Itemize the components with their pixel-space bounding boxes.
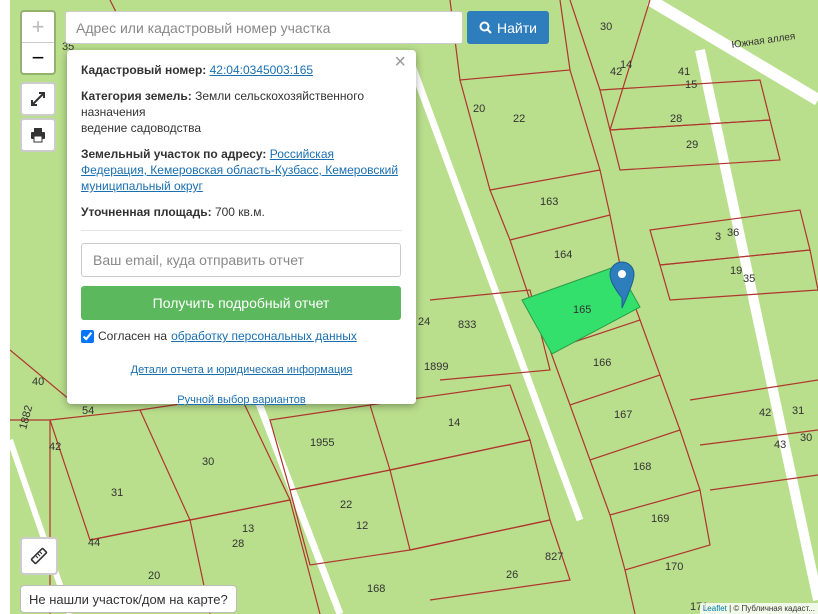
parcel-number-label: 1882 [17, 404, 35, 431]
divider [81, 230, 402, 231]
cad-number-row: Кадастровый номер: 42:04:0345003:165 [81, 62, 402, 78]
search-input[interactable] [65, 11, 463, 44]
cad-number-link[interactable]: 42:04:0345003:165 [210, 63, 313, 77]
parcel-number-label: 827 [545, 551, 563, 563]
zoom-control: + − [20, 10, 56, 75]
parcel-number-label: 43 [774, 439, 786, 451]
not-found-button[interactable]: Не нашли участок/дом на карте? [20, 585, 237, 613]
close-icon[interactable]: × [394, 52, 406, 72]
parcel-number-label: 166 [593, 357, 611, 369]
parcel-number-label: 170 [665, 561, 683, 573]
parcel-number-label: 15 [685, 79, 697, 91]
road-right [695, 48, 818, 602]
parcel-number-label: 13 [242, 523, 254, 535]
category-label: Категория земель: [81, 89, 192, 103]
parcel-number-label: 41 [678, 66, 690, 78]
ruler-icon [30, 547, 48, 565]
parcel-number-label: 19 [730, 265, 742, 277]
parcel-number-label: 169 [651, 513, 669, 525]
zoom-out-button[interactable]: − [22, 43, 54, 73]
address-row: Земельный участок по адресу: Российская … [81, 146, 402, 194]
parcel-number-label: 12 [356, 520, 368, 532]
parcel-number-label: 168 [633, 461, 651, 473]
search-button-label: Найти [497, 19, 537, 36]
parcel-number-label: 28 [232, 538, 244, 550]
parcel-number-label: 42 [759, 407, 771, 419]
parcel-number-label: 24 [418, 316, 430, 328]
attribution-text: © Публичная кадаст... [733, 604, 815, 613]
category-row: Категория земель: Земли сельскохозяйстве… [81, 88, 402, 136]
expand-icon [31, 92, 45, 106]
category-extra: ведение садоводства [81, 121, 202, 135]
parcel-number-label: 14 [448, 417, 460, 429]
parcel-number-label: 29 [686, 139, 698, 151]
parcel-number-label: 20 [473, 103, 485, 115]
parcel-number-label: 1899 [424, 361, 448, 373]
parcel-number-label: 44 [88, 537, 100, 549]
parcel-number-label: 31 [111, 487, 123, 499]
parcel-number-label: 168 [367, 583, 385, 595]
parcel-number-label: 30 [202, 456, 214, 468]
parcel-number-label: 42 [49, 441, 61, 453]
area-row: Уточненная площадь: 700 кв.м. [81, 204, 402, 220]
parcel-number-label: 30 [600, 21, 612, 33]
zoom-in-button[interactable]: + [22, 12, 54, 43]
manual-choice-link[interactable]: Ручной выбор вариантов [177, 394, 305, 406]
parcel-number-label: 36 [727, 227, 739, 239]
leaflet-link[interactable]: Leaflet [703, 604, 727, 613]
area-value: 700 кв.м. [214, 205, 265, 219]
print-button[interactable] [20, 118, 56, 152]
parcel-number-label: 165 [573, 304, 591, 316]
parcel-number-label: 28 [670, 113, 682, 125]
details-link[interactable]: Детали отчета и юридическая информация [131, 364, 353, 376]
parcel-number-label: 164 [554, 249, 572, 261]
consent-text: Согласен на [98, 329, 168, 343]
area-label: Уточненная площадь: [81, 205, 212, 219]
search-button[interactable]: Найти [467, 11, 549, 44]
address-label: Земельный участок по адресу: [81, 147, 267, 161]
email-field[interactable] [81, 243, 401, 277]
consent-row[interactable]: Согласен на обработку персональных данны… [81, 328, 402, 344]
parcel-number-label: 22 [513, 113, 525, 125]
fullscreen-button[interactable] [20, 82, 56, 116]
parcel-number-label: 14 [620, 59, 632, 71]
parcel-number-label: 833 [458, 319, 476, 331]
parcel-number-label: 22 [340, 499, 352, 511]
parcel-number-label: 1955 [310, 437, 334, 449]
road-lower-left [246, 378, 344, 614]
measure-button[interactable] [20, 537, 58, 575]
consent-link[interactable]: обработку персональных данных [171, 328, 357, 344]
parcel-number-label: 30 [800, 432, 812, 444]
parcel-info-popup: × Кадастровый номер: 42:04:0345003:165 К… [67, 50, 416, 406]
street-label: Южная аллея [731, 31, 796, 51]
print-icon [31, 128, 45, 143]
get-report-button[interactable]: Получить подробный отчет [81, 286, 401, 320]
parcel-number-label: 167 [614, 409, 632, 421]
parcel-number-label: 35 [743, 273, 755, 285]
parcel-number-label: 40 [32, 376, 44, 388]
consent-checkbox[interactable] [81, 329, 94, 343]
parcel-number-label: 31 [792, 405, 804, 417]
parcel-number-label: 20 [148, 570, 160, 582]
search-icon [479, 21, 492, 34]
parcel-number-label: 163 [540, 196, 558, 208]
parcel-number-label: 26 [506, 569, 518, 581]
cad-number-label: Кадастровый номер: [81, 63, 207, 77]
attribution: Leaflet | © Публичная кадаст... [699, 603, 818, 614]
parcel-number-label: 3 [715, 231, 721, 243]
